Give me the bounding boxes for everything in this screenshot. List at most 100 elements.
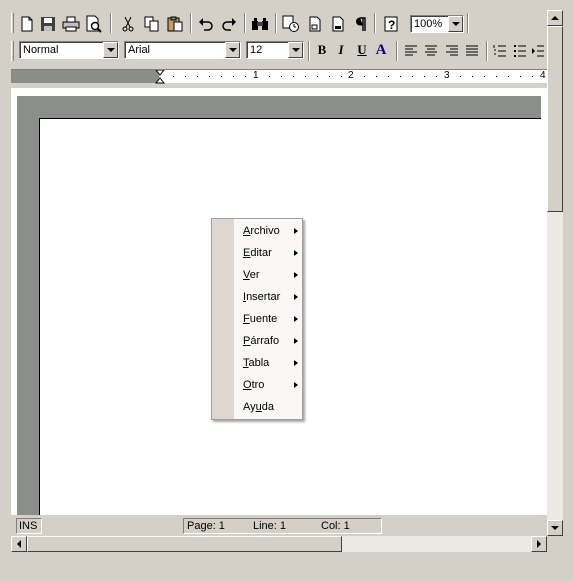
new-document-icon[interactable]	[17, 14, 37, 34]
scroll-left-button[interactable]	[11, 536, 27, 552]
svg-text:?: ?	[388, 18, 395, 32]
cut-icon[interactable]	[118, 14, 138, 34]
vertical-scroll-thumb[interactable]	[547, 26, 563, 212]
italic-button[interactable]: I	[332, 41, 350, 59]
bullet-list-icon[interactable]	[510, 41, 530, 61]
ruler-margin	[11, 70, 159, 83]
menu-icon-band	[212, 219, 234, 419]
chevron-down-icon[interactable]	[103, 42, 118, 58]
submenu-arrow-icon	[294, 228, 298, 234]
ruler-tick	[400, 76, 401, 77]
column-indicator: Col: 1	[321, 520, 350, 532]
submenu-arrow-icon	[294, 272, 298, 278]
position-panel: Page: 1 Line: 1 Col: 1	[183, 518, 382, 534]
ruler-mark: 3	[444, 70, 450, 81]
scroll-right-button[interactable]	[531, 536, 547, 552]
scroll-down-button[interactable]	[547, 520, 563, 536]
ruler-tick	[388, 76, 389, 77]
ruler-tick	[460, 76, 461, 77]
ruler-tick	[341, 76, 342, 77]
ruler-tick	[436, 76, 437, 77]
menu-item-ver[interactable]: Ver	[234, 264, 302, 286]
align-right-icon[interactable]	[442, 41, 462, 61]
undo-icon[interactable]	[196, 14, 216, 34]
horizontal-ruler[interactable]: 1 2 3 4	[11, 69, 548, 84]
submenu-arrow-icon	[294, 382, 298, 388]
menu-item-insertar[interactable]: Insertar	[234, 286, 302, 308]
font-select[interactable]: Arial	[124, 41, 241, 59]
ruler-tick	[329, 76, 330, 77]
zoom-value: 100%	[414, 18, 443, 30]
menu-item-archivo[interactable]: Archivo	[234, 220, 302, 242]
page-setup-icon[interactable]	[328, 14, 348, 34]
ruler-mark: 2	[348, 70, 354, 81]
toolbar-separator	[190, 13, 192, 33]
toolbar-grip[interactable]	[11, 41, 14, 61]
menu-item-parrafo[interactable]: Párrafo	[234, 330, 302, 352]
save-icon[interactable]	[38, 14, 58, 34]
page-icon[interactable]	[305, 14, 325, 34]
style-select[interactable]: Normal	[19, 41, 119, 59]
ruler-tick	[472, 76, 473, 77]
align-left-icon[interactable]	[401, 41, 421, 61]
menu-item-editar[interactable]: Editar	[234, 242, 302, 264]
standard-toolbar: ? 100%	[0, 10, 573, 38]
menu-item-tabla[interactable]: Tabla	[234, 352, 302, 374]
align-justify-icon[interactable]	[462, 41, 482, 61]
menu-item-label: Otro	[243, 379, 265, 391]
help-icon[interactable]: ?	[381, 14, 401, 34]
zoom-combo[interactable]: 100%	[410, 15, 464, 33]
toolbar-separator	[396, 41, 398, 61]
ruler-tick	[305, 76, 306, 77]
ruler-tick	[281, 76, 282, 77]
toolbar-grip[interactable]	[11, 13, 14, 33]
chevron-down-icon[interactable]	[288, 42, 303, 58]
insert-date-icon[interactable]	[281, 14, 301, 34]
ruler-tick	[532, 76, 533, 77]
toolbar-separator	[110, 13, 112, 33]
font-color-button[interactable]: A	[372, 41, 390, 59]
ruler-tick	[364, 76, 365, 77]
chevron-down-icon[interactable]	[448, 16, 463, 32]
print-icon[interactable]	[61, 14, 81, 34]
toolbar-separator	[244, 13, 246, 33]
line-indicator: Line: 1	[253, 520, 287, 532]
submenu-arrow-icon	[294, 338, 298, 344]
menu-item-label: Fuente	[243, 313, 278, 325]
insert-mode-indicator: INS	[16, 518, 42, 534]
scrollbar-corner	[547, 536, 563, 552]
find-binoculars-icon[interactable]	[250, 14, 270, 34]
font-size-select[interactable]: 12	[246, 41, 304, 59]
toolbar-separator	[486, 41, 488, 61]
chevron-down-icon[interactable]	[225, 42, 240, 58]
horizontal-scrollbar[interactable]	[11, 536, 547, 552]
horizontal-scroll-thumb[interactable]	[27, 536, 342, 552]
ruler-mark: 1	[253, 70, 259, 81]
ruler-tick	[245, 76, 246, 77]
vertical-scrollbar[interactable]	[547, 10, 563, 536]
align-center-icon[interactable]	[421, 41, 441, 61]
print-preview-icon[interactable]	[84, 14, 104, 34]
indent-icon[interactable]	[530, 41, 546, 61]
copy-icon[interactable]	[142, 14, 162, 34]
toolbar-separator	[374, 13, 376, 33]
menu-item-label: Editar	[243, 247, 272, 259]
ruler-tick	[293, 76, 294, 77]
menu-item-fuente[interactable]: Fuente	[234, 308, 302, 330]
paste-icon[interactable]	[165, 14, 185, 34]
indent-marker-icon[interactable]	[154, 69, 166, 87]
status-bar: INS Page: 1 Line: 1 Col: 1	[11, 517, 547, 535]
toolbar-separator	[275, 13, 277, 33]
numbered-list-icon[interactable]	[490, 41, 510, 61]
menu-item-otro[interactable]: Otro	[234, 374, 302, 396]
underline-button[interactable]: U	[353, 41, 371, 59]
scroll-up-button[interactable]	[547, 10, 563, 26]
style-value: Normal	[23, 44, 59, 56]
menu-item-label: Insertar	[243, 291, 281, 303]
font-value: Arial	[128, 44, 151, 56]
bold-button[interactable]: B	[313, 41, 331, 59]
menu-item-ayuda[interactable]: Ayuda	[234, 396, 302, 418]
ruler-tick	[185, 76, 186, 77]
paragraph-marks-icon[interactable]	[350, 14, 370, 34]
redo-icon[interactable]	[219, 14, 239, 34]
